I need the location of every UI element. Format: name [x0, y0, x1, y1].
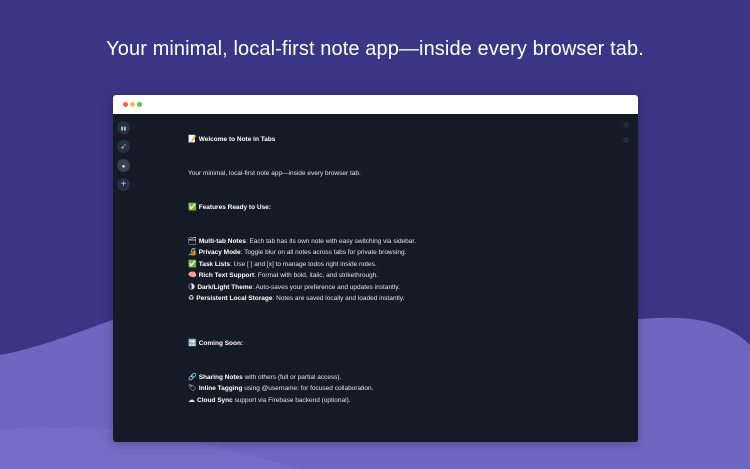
tag-icon: 🏷 [188, 385, 197, 393]
check-icon: ✅ [188, 204, 197, 211]
soon-name: Cloud Sync [197, 396, 233, 404]
app-window: ▮▮ ➶ ● + 📝 Welcome to Note in Tabs Your m… [113, 95, 638, 442]
recycle-icon: ♻ [188, 295, 195, 302]
feature-desc: : Auto-saves your preference and updates… [252, 283, 400, 291]
checkbox-icon: ✅ [188, 260, 197, 268]
feature-name: Persistent Local Storage [196, 295, 273, 302]
plus-glyph: + [120, 179, 127, 190]
feature-name: Task Lists [198, 260, 231, 268]
minimize-window-button[interactable] [130, 102, 135, 107]
soon-desc: support via Firebase backend (optional). [232, 396, 351, 404]
window-titlebar [113, 95, 638, 114]
feature-item: 🔏 Privacy Mode: Toggle blur on all notes … [188, 247, 406, 258]
soon-item: ☁ Cloud Sync support via Firebase backend… [188, 395, 351, 406]
soon-desc: with others (full or partial access). [242, 374, 342, 381]
feature-name: Privacy Mode [198, 249, 241, 257]
feature-item: 🌗 Dark/Light Theme: Auto-saves your prefe… [188, 282, 400, 293]
feature-desc: : Notes are saved locally and loaded ins… [272, 295, 405, 302]
memo-icon: 📝 [188, 136, 197, 143]
rocket-icon[interactable]: ➶ [117, 140, 130, 153]
note-tagline: Your minimal, local-first note app—insid… [188, 170, 361, 177]
note-title-text: Welcome to Note in Tabs [198, 136, 276, 143]
panel-icon[interactable]: ▮▮ [117, 121, 130, 134]
feature-desc: : Toggle blur on all notes across tabs f… [240, 249, 407, 257]
soon-item: 🏷 Inline Tagging using @username: for foc… [188, 383, 373, 394]
feature-item: ✅ Task Lists: Use [ ] and [x] to manage t… [188, 259, 377, 270]
half-moon-icon: 🌗 [188, 283, 196, 291]
theme-toggle-icon[interactable] [623, 122, 629, 128]
soon-name: Sharing Notes [198, 374, 243, 381]
link-icon: 🔗 [188, 374, 197, 381]
feature-item: 🗂 Multi-tab Notes: Each tab has its own n… [188, 236, 416, 247]
feature-desc: : Each tab has its own note with easy sw… [245, 238, 417, 245]
features-heading-text: Features Ready to Use: [198, 204, 271, 211]
feature-item: 🧠 Rich Text Support: Format with bold, it… [188, 270, 378, 281]
soon-heading-text: Coming Soon: [198, 340, 244, 347]
close-window-button[interactable] [123, 102, 128, 107]
feature-name: Rich Text Support [198, 272, 255, 280]
privacy-toggle-icon[interactable] [623, 137, 629, 143]
cloud-icon: ☁ [188, 396, 195, 404]
soon-name: Inline Tagging [198, 385, 243, 393]
lightbulb-icon[interactable]: ● [117, 159, 130, 172]
feature-name: Dark/Light Theme [197, 283, 253, 291]
plus-icon[interactable]: + [117, 178, 130, 191]
feature-item: ♻ Persistent Local Storage: Notes are sav… [188, 293, 404, 304]
features-heading: ✅ Features Ready to Use: [188, 202, 271, 213]
folder-icon: 🗂 [188, 238, 197, 245]
rocket-glyph: ➶ [120, 142, 127, 151]
headline: Your minimal, local-first note app—insid… [106, 38, 644, 60]
lock-icon: 🔏 [188, 249, 197, 257]
brain-icon: 🧠 [188, 272, 197, 280]
note-title: 📝 Welcome to Note in Tabs [188, 134, 275, 145]
sidebar: ▮▮ ➶ ● + [113, 114, 135, 442]
panel-glyph: ▮▮ [120, 126, 127, 132]
soon-icon: 🔜 [188, 340, 197, 347]
maximize-window-button[interactable] [137, 102, 142, 107]
feature-desc: : Use [ ] and [x] to manage todos right … [230, 260, 377, 268]
lightbulb-glyph: ● [121, 164, 126, 170]
soon-item: 🔗 Sharing Notes with others (full or part… [188, 372, 341, 383]
feature-desc: : Format with bold, italic, and striketh… [254, 272, 379, 280]
soon-desc: using @username: for focused collaborati… [242, 385, 374, 393]
feature-name: Multi-tab Notes [198, 238, 246, 245]
soon-heading: 🔜 Coming Soon: [188, 338, 243, 349]
